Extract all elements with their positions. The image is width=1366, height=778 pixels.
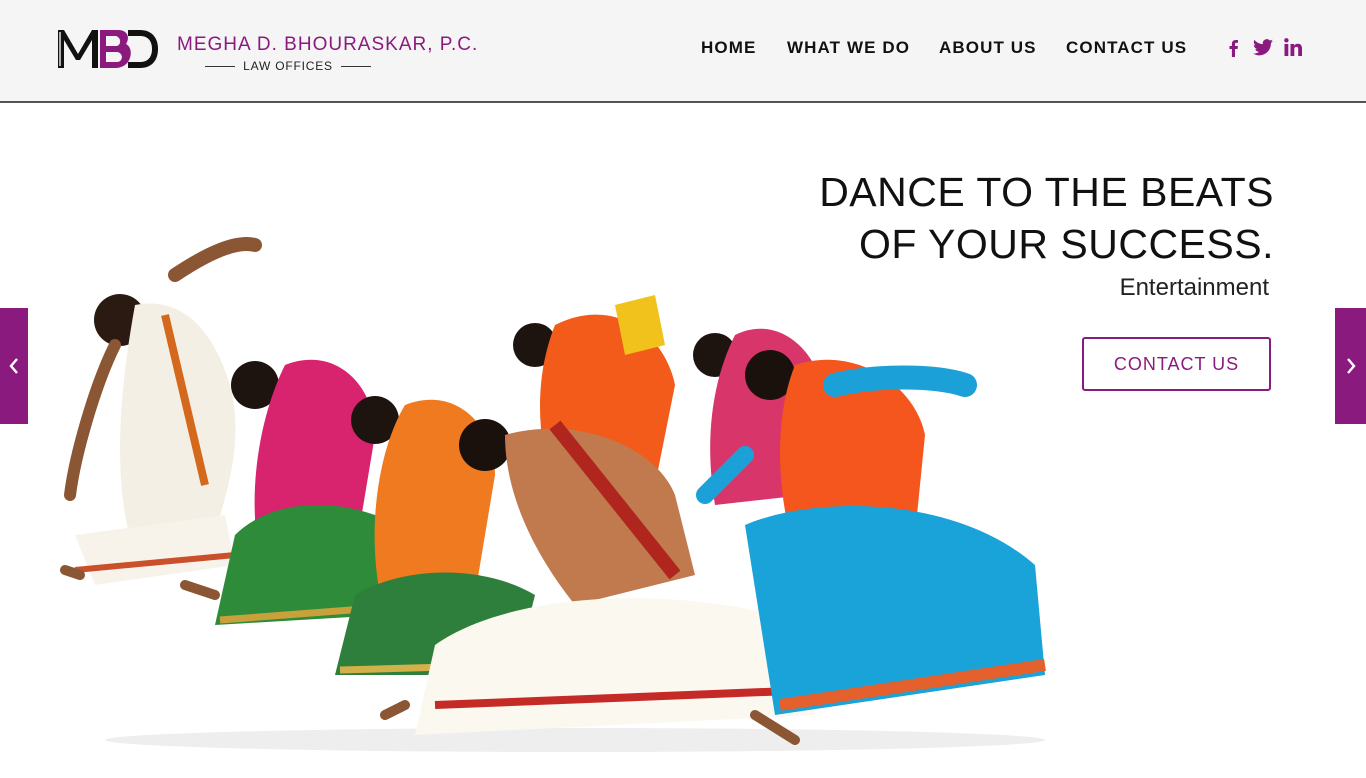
dancer-figure: [60, 237, 262, 585]
brand-name[interactable]: MEGHA D. BHOURASKAR, P.C.: [177, 34, 478, 56]
slider-prev-button[interactable]: [0, 308, 28, 424]
hero-title-line2: OF YOUR SUCCESS.: [858, 221, 1274, 267]
contact-us-button[interactable]: CONTACT US: [1082, 337, 1271, 391]
hero-title-line1: DANCE TO THE BEATS: [819, 169, 1274, 215]
facebook-icon[interactable]: [1227, 39, 1239, 57]
twitter-icon[interactable]: [1253, 39, 1273, 56]
chevron-right-icon: [1346, 358, 1356, 374]
linkedin-icon[interactable]: [1284, 38, 1302, 56]
nav-item-what-we-do[interactable]: WHAT WE DO: [787, 38, 910, 58]
logo-mark[interactable]: [56, 26, 160, 70]
brand-subtitle: LAW OFFICES: [205, 58, 372, 74]
brand-subtitle-text: LAW OFFICES: [243, 59, 333, 73]
site-header: MEGHA D. BHOURASKAR, P.C. LAW OFFICES HO…: [0, 0, 1366, 103]
divider: [340, 65, 372, 67]
divider: [205, 65, 236, 67]
nav-item-home[interactable]: HOME: [701, 38, 756, 58]
hero-subtitle: Entertainment: [1119, 274, 1269, 301]
chevron-left-icon: [9, 358, 18, 374]
hero-title: DANCE TO THE BEATS OF YOUR SUCCESS.: [819, 166, 1274, 270]
hero-image: [60, 237, 1046, 752]
nav-item-contact-us[interactable]: CONTACT US: [1066, 38, 1187, 58]
slider-next-button[interactable]: [1335, 308, 1366, 424]
nav-item-about-us[interactable]: ABOUT US: [939, 38, 1037, 58]
